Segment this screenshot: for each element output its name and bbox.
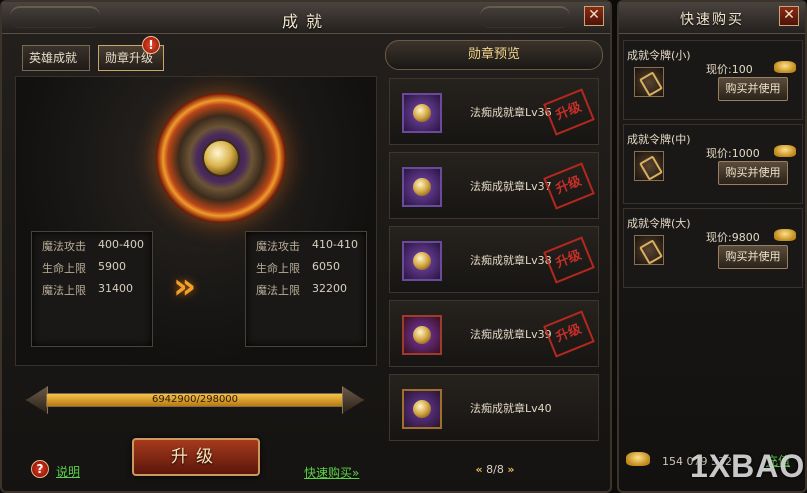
stat-name: 魔法攻击 (42, 240, 86, 253)
progress-cap-left (26, 386, 48, 414)
medal-preview-column: 勋章预览 法痴成就章Lv36 升级 法痴成就章Lv37 升级 法痴成就章Lv38… (385, 40, 603, 490)
medal-icon (402, 93, 442, 133)
stat-name: 生命上限 (256, 262, 300, 275)
buy-and-use-button[interactable]: 购买并使用 (718, 161, 788, 185)
upgraded-stamp: 升级 (543, 162, 595, 210)
stat-value: 6050 (312, 260, 340, 273)
achievement-titlebar: 成就 ✕ (2, 2, 610, 34)
pager: « 8/8 » (463, 463, 527, 479)
token-icon (634, 151, 664, 181)
token-icon (634, 235, 664, 265)
list-item[interactable]: 法痴成就章Lv36 升级 (389, 78, 599, 145)
upgraded-stamp: 升级 (543, 310, 595, 358)
medal-gem-icon (413, 178, 431, 196)
window-title: 快速购买 (680, 12, 744, 28)
experience-progress: 6942900/298000 (26, 386, 364, 414)
quick-buy-link[interactable]: 快速购买» (304, 464, 359, 481)
current-stats-box: 魔法攻击 400-400 生命上限 5900 魔法上限 31400 (31, 231, 153, 347)
upgrade-button[interactable]: 升级 (132, 438, 260, 476)
list-item[interactable]: 法痴成就章Lv37 升级 (389, 152, 599, 219)
medal-name: 法痴成就章Lv40 (470, 402, 552, 415)
gold-ingot-icon (774, 145, 796, 157)
gold-ingot-icon (774, 229, 796, 241)
double-arrow-icon: » (173, 266, 196, 307)
progress-track: 6942900/298000 (46, 393, 344, 407)
site-watermark: 1XBAO (690, 448, 806, 484)
item-name: 成就令牌(大) (627, 217, 691, 230)
medal-icon (402, 241, 442, 281)
medal-gem-icon (413, 252, 431, 270)
stat-value: 31400 (98, 282, 133, 295)
item-price: 现价:1000 (706, 147, 760, 160)
medal-name: 法痴成就章Lv38 (470, 254, 552, 267)
medal-gem-icon (202, 139, 240, 177)
stat-value: 5900 (98, 260, 126, 273)
token-icon (634, 67, 664, 97)
title-ornament-right (480, 6, 570, 28)
upgraded-stamp: 升级 (543, 88, 595, 136)
buy-item: 成就令牌(大) 现价:9800 购买并使用 (623, 208, 803, 288)
gold-ingot-icon (774, 61, 796, 73)
list-item[interactable]: 法痴成就章Lv40 (389, 374, 599, 441)
stat-name: 生命上限 (42, 262, 86, 275)
list-item[interactable]: 法痴成就章Lv39 升级 (389, 300, 599, 367)
buy-item: 成就令牌(中) 现价:1000 购买并使用 (623, 124, 803, 204)
item-name: 成就令牌(小) (627, 49, 691, 62)
stat-name: 魔法上限 (42, 284, 86, 297)
notification-badge: ! (142, 36, 160, 54)
medal-name: 法痴成就章Lv39 (470, 328, 552, 341)
gold-ingot-icon (626, 452, 650, 466)
medal-gem-icon (413, 326, 431, 344)
medal-icon (402, 389, 442, 429)
medal-icon (402, 315, 442, 355)
buy-item: 成就令牌(小) 现价:100 购买并使用 (623, 40, 803, 120)
stat-name: 魔法上限 (256, 284, 300, 297)
medal-name: 法痴成就章Lv37 (470, 180, 552, 193)
upgrade-panel: 魔法攻击 400-400 生命上限 5900 魔法上限 31400 » 魔法攻击… (15, 76, 377, 366)
medal-icon (402, 167, 442, 207)
page-next-icon[interactable]: » (507, 463, 514, 476)
stat-value: 410-410 (312, 238, 358, 251)
close-icon[interactable]: ✕ (779, 6, 799, 26)
stat-name: 魔法攻击 (256, 240, 300, 253)
quick-buy-window: 快速购买 ✕ 成就令牌(小) 现价:100 购买并使用 成就令牌(中) 现价:1… (617, 0, 807, 493)
quick-buy-titlebar: 快速购买 ✕ (619, 2, 805, 34)
medal-gem-icon (413, 400, 431, 418)
preview-title: 勋章预览 (385, 40, 603, 70)
medal-name: 法痴成就章Lv36 (470, 106, 552, 119)
stat-value: 32200 (312, 282, 347, 295)
buy-and-use-button[interactable]: 购买并使用 (718, 245, 788, 269)
buy-and-use-button[interactable]: 购买并使用 (718, 77, 788, 101)
progress-text: 6942900/298000 (151, 394, 239, 405)
achievement-window: 成就 ✕ 英雄成就 勋章升级 ! 魔法攻击 400-400 生命上限 5900 … (0, 0, 612, 493)
page-prev-icon[interactable]: « (476, 463, 483, 476)
progress-cap-right (342, 386, 364, 414)
tab-hero-achievement[interactable]: 英雄成就 (22, 45, 90, 71)
item-price: 现价:9800 (706, 231, 760, 244)
medal-gem-icon (413, 104, 431, 122)
item-price: 现价:100 (706, 63, 753, 76)
page-indicator: 8/8 (486, 463, 504, 476)
help-link[interactable]: 说明 (56, 463, 80, 480)
upgraded-stamp: 升级 (543, 236, 595, 284)
help-icon[interactable]: ? (31, 460, 49, 478)
next-stats-box: 魔法攻击 410-410 生命上限 6050 魔法上限 32200 (245, 231, 367, 347)
close-icon[interactable]: ✕ (584, 6, 604, 26)
list-item[interactable]: 法痴成就章Lv38 升级 (389, 226, 599, 293)
stat-value: 400-400 (98, 238, 144, 251)
item-name: 成就令牌(中) (627, 133, 691, 146)
